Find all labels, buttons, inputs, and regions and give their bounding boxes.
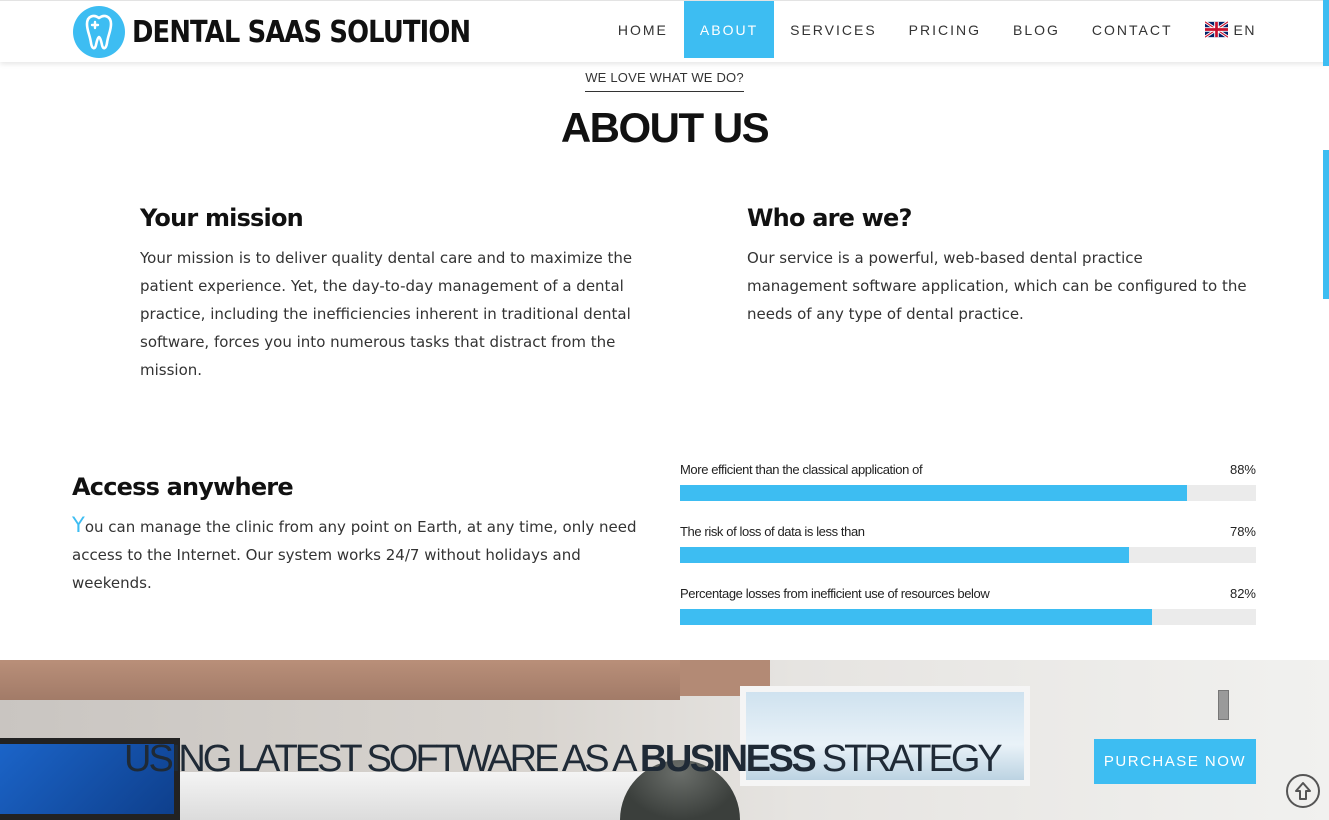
progress-track [680,609,1256,625]
progress-fill [680,609,1153,625]
who-heading: Who are we? [747,204,912,232]
uk-flag-icon [1204,21,1228,38]
progress-item: Percentage losses from inefficient use o… [680,586,1256,648]
who-block: Who are we? Our service is a powerful, w… [747,204,1247,328]
nav-about[interactable]: ABOUT [683,1,775,58]
banner-title-prefix: USING LATEST SOFTWARE AS A [124,738,640,780]
mission-heading: Your mission [140,204,304,232]
progress-bars: More efficient than the classical applic… [680,462,1256,648]
access-text: ou can manage the clinic from any point … [72,518,637,592]
access-dropcap: Y [72,513,85,537]
mission-block: Your mission Your mission is to deliver … [140,204,640,384]
banner-title-bold: BUSINESS [639,738,817,780]
progress-value: 82% [1229,586,1256,601]
banner-background-cabinet [0,660,680,700]
progress-item: The risk of loss of data is less than 78… [680,524,1256,586]
section-eyebrow: WE LOVE WHAT WE DO? [0,67,1329,92]
nav-pricing[interactable]: PRICING [893,1,997,58]
banner-background-switch [1218,690,1229,720]
main-nav: HOME ABOUT SERVICES PRICING BLOG CONTACT… [602,1,1256,58]
access-heading: Access anywhere [72,473,294,501]
progress-fill [680,547,1130,563]
progress-track [680,547,1256,563]
site-header: DENTAL SAAS SOLUTION HOME ABOUT SERVICES… [0,0,1329,62]
cta-banner: USING LATEST SOFTWARE AS A BUSINESS STRA… [0,660,1329,820]
access-block: Access anywhere You can manage the clini… [72,473,662,597]
banner-title: USING LATEST SOFTWARE AS A BUSINESS STRA… [124,738,1003,781]
banner-title-suffix: STRATEGY [814,738,1003,780]
mission-text: Your mission is to deliver quality denta… [140,249,633,379]
site-logo[interactable]: DENTAL SAAS SOLUTION [72,3,525,61]
arrow-up-circle-icon [1295,782,1311,800]
progress-track [680,485,1256,501]
progress-label: More efficient than the classical applic… [680,462,923,477]
scroll-accent-top [1323,0,1329,66]
nav-home[interactable]: HOME [602,1,684,58]
purchase-now-button[interactable]: PURCHASE NOW [1094,739,1256,784]
progress-label: Percentage losses from inefficient use o… [680,586,990,601]
language-label: EN [1233,21,1256,38]
language-selector[interactable]: EN [1189,1,1256,58]
tooth-plus-icon [73,6,125,58]
progress-value: 88% [1229,462,1256,477]
progress-value: 78% [1229,524,1256,539]
page-title: ABOUT US [560,104,770,151]
progress-fill [680,485,1187,501]
eyebrow-text: WE LOVE WHAT WE DO? [585,70,744,92]
nav-contact[interactable]: CONTACT [1076,1,1189,58]
who-text: Our service is a powerful, web-based den… [747,249,1247,323]
access-paragraph: You can manage the clinic from any point… [72,511,662,597]
brand-name: DENTAL SAAS SOLUTION [132,14,471,50]
back-to-top-button[interactable] [1286,774,1320,808]
scroll-indicator[interactable] [1323,150,1329,299]
nav-blog[interactable]: BLOG [997,1,1076,58]
nav-services[interactable]: SERVICES [774,1,893,58]
progress-label: The risk of loss of data is less than [680,524,865,539]
progress-item: More efficient than the classical applic… [680,462,1256,524]
